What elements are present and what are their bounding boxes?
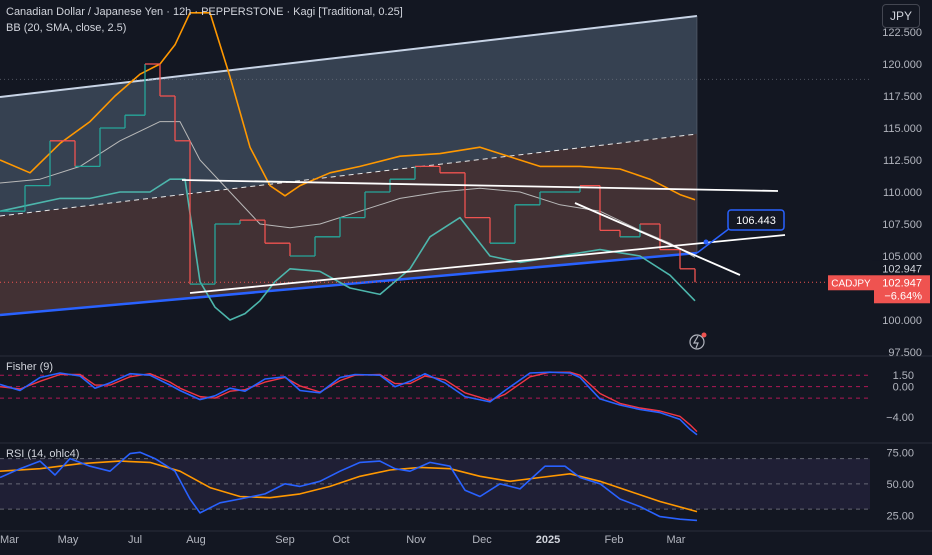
price-tick-label: 97.500 (888, 347, 922, 359)
time-tick-label: Feb (605, 534, 624, 546)
price-tick-label: 107.500 (882, 219, 922, 231)
price-pane[interactable]: 106.443 (0, 12, 870, 350)
rsi-pane[interactable]: RSI (14, ohlc4) (0, 448, 870, 522)
fisher-tick-label: 1.50 (893, 370, 914, 382)
replay-icon[interactable] (689, 332, 707, 350)
currency-button[interactable]: JPY (882, 4, 920, 28)
time-tick-label: Sep (275, 534, 295, 546)
price-tick-label: 110.000 (883, 187, 922, 199)
price-tick-label: 120.000 (882, 59, 922, 71)
target-point (703, 239, 709, 245)
time-axis[interactable]: Mar May Jul Aug Sep Oct Nov Dec 2025 Feb Mar (0, 534, 686, 546)
time-tick-label: Aug (186, 534, 206, 546)
rsi-tick-label: 75.00 (886, 447, 914, 459)
fisher-tick-label: −4.00 (886, 412, 914, 424)
symbol-tag: CADJPY (831, 278, 871, 289)
fisher-title: Fisher (9) (6, 361, 53, 373)
fisher-pane[interactable]: Fisher (9) (0, 361, 870, 436)
price-axis[interactable]: 97.500100.000102.500105.000107.500110.00… (828, 27, 930, 522)
fisher-trigger-line (0, 371, 698, 433)
rsi-tick-label: 25.00 (886, 510, 914, 522)
replay-icon-dot (701, 332, 707, 338)
time-tick-label: Jul (128, 534, 142, 546)
time-tick-label: Mar (667, 534, 686, 546)
target-label-text: 106.443 (736, 215, 776, 227)
time-tick-label: 2025 (536, 534, 560, 546)
replay-icon-bolt (692, 335, 699, 349)
fisher-tick-label: 0.00 (893, 382, 914, 394)
target-price-label[interactable]: 106.443 (727, 209, 785, 231)
symbol-title: Canadian Dollar / Japanese Yen · 12h · P… (6, 6, 403, 18)
time-tick-label: May (58, 534, 79, 546)
price-tick-label: 112.500 (883, 155, 922, 167)
price-tag-change: −6.64% (884, 290, 922, 302)
rsi-tick-label: 50.00 (886, 479, 914, 491)
bb-indicator-label: BB (20, SMA, close, 2.5) (6, 22, 127, 34)
chart-root: 106.443 Fisher (9) RSI (14, ohlc4) 97.50… (0, 0, 932, 550)
chart-canvas[interactable]: 106.443 Fisher (9) RSI (14, ohlc4) 97.50… (0, 0, 932, 550)
rsi-title: RSI (14, ohlc4) (6, 448, 79, 460)
price-tick-label: 122.500 (882, 27, 922, 39)
time-tick-label: Mar (0, 534, 19, 546)
price-tick-label: 100.000 (882, 315, 922, 327)
time-tick-label: Oct (332, 534, 349, 546)
price-tick-label: 117.500 (883, 91, 922, 103)
fisher-line (0, 371, 698, 436)
time-tick-label: Nov (406, 534, 426, 546)
price-tick-label: 115.000 (883, 123, 922, 135)
price-tag-value: 102.947 (882, 277, 922, 289)
last-price-label: 102.947 (882, 263, 922, 275)
time-tick-label: Dec (472, 534, 492, 546)
